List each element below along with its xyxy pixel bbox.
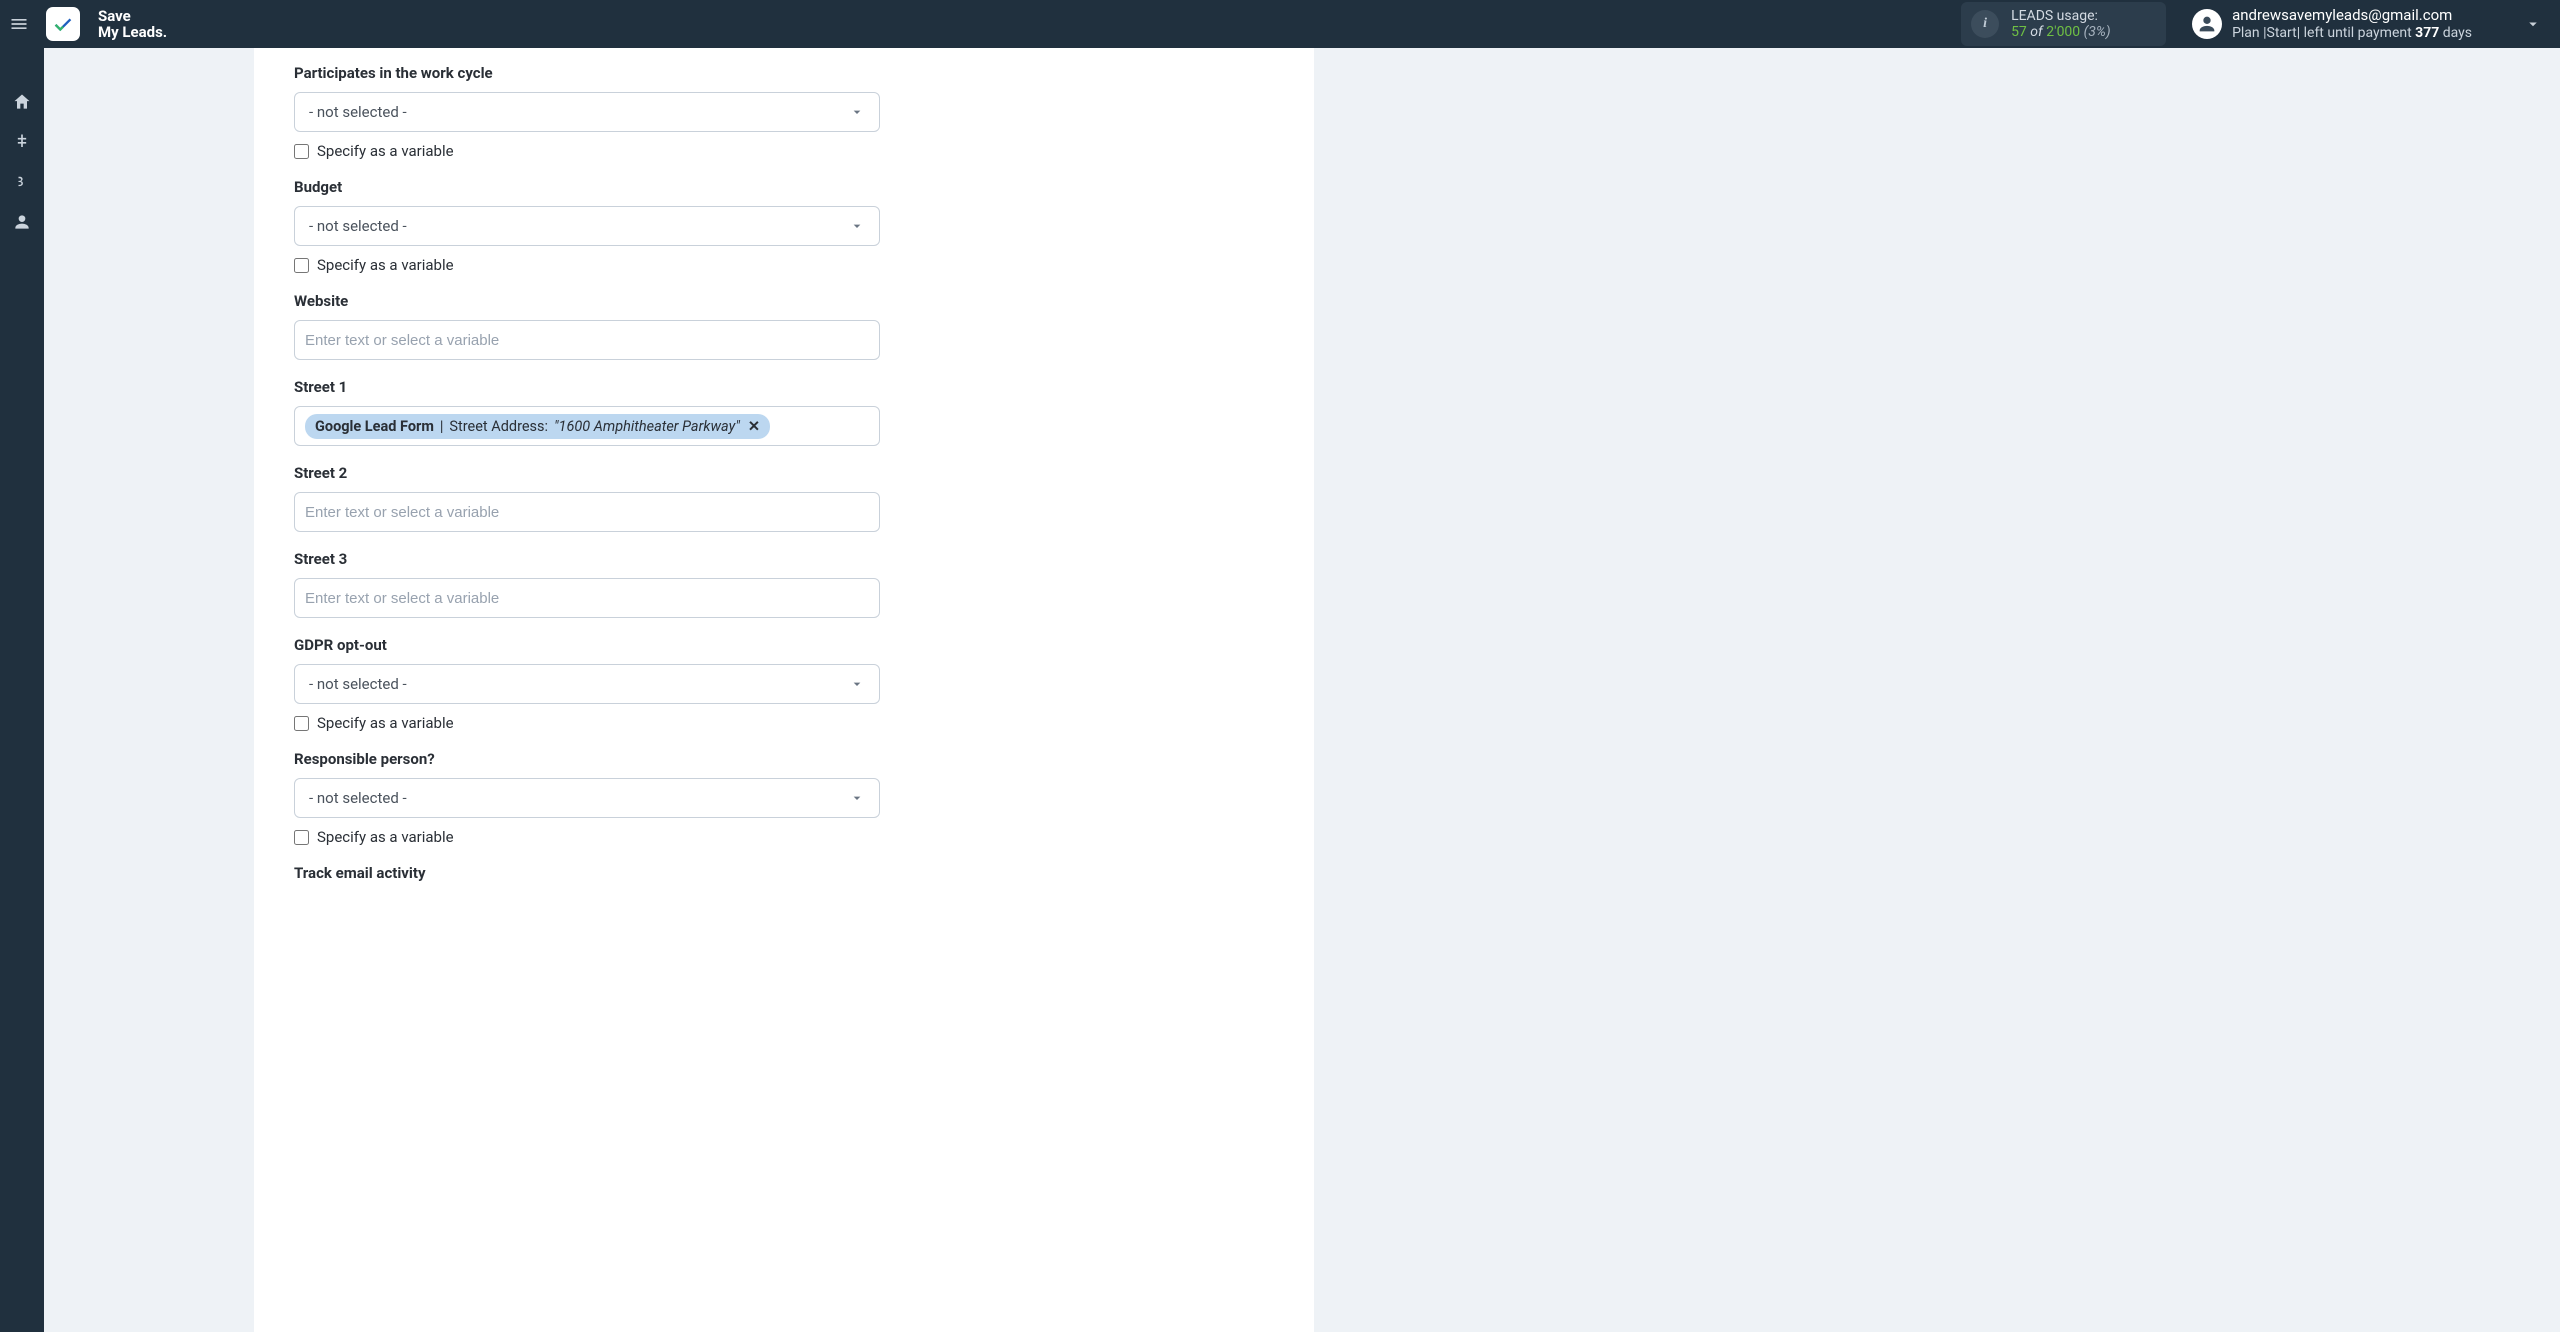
checkbox[interactable] <box>294 716 309 731</box>
website-input-container[interactable] <box>294 320 880 360</box>
content-stage: Participates in the work cycle - not sel… <box>44 48 2560 1332</box>
field-street1: Street 1 Google Lead Form | Street Addre… <box>294 378 880 446</box>
field-label: GDPR opt-out <box>294 636 880 654</box>
checkbox[interactable] <box>294 830 309 845</box>
checkbox[interactable] <box>294 258 309 273</box>
participates-select[interactable]: - not selected - <box>294 92 880 132</box>
field-track-email: Track email activity <box>294 864 880 882</box>
street1-input-container[interactable]: Google Lead Form | Street Address: "1600… <box>294 406 880 446</box>
responsible-select[interactable]: - not selected - <box>294 778 880 818</box>
field-website: Website <box>294 292 880 360</box>
nav-sidebar <box>0 48 44 1332</box>
field-budget: Budget - not selected - Specify as a var… <box>294 178 880 274</box>
app-header: Save My Leads. i LEADS usage: 57 of 2'00… <box>0 0 2560 48</box>
checkbox-label: Specify as a variable <box>317 828 454 846</box>
website-input[interactable] <box>305 328 869 353</box>
street2-input-container[interactable] <box>294 492 880 532</box>
pill-field: Street Address: <box>449 418 548 435</box>
field-label: Responsible person? <box>294 750 880 768</box>
select-value: - not selected - <box>309 103 407 121</box>
field-label: Website <box>294 292 880 310</box>
field-participates: Participates in the work cycle - not sel… <box>294 64 880 160</box>
select-value: - not selected - <box>309 217 407 235</box>
select-value: - not selected - <box>309 675 407 693</box>
account-menu[interactable]: andrewsavemyleads@gmail.com Plan |Start|… <box>2192 7 2472 40</box>
nav-account-icon[interactable] <box>8 208 36 236</box>
chevron-down-icon[interactable] <box>2524 15 2542 33</box>
checkbox-label: Specify as a variable <box>317 714 454 732</box>
form-panel: Participates in the work cycle - not sel… <box>254 48 1314 1332</box>
info-icon: i <box>1971 10 1999 38</box>
budget-specify-variable[interactable]: Specify as a variable <box>294 256 880 274</box>
brand-logo-icon <box>46 7 80 41</box>
hamburger-icon[interactable] <box>8 13 30 35</box>
account-lines: andrewsavemyleads@gmail.com Plan |Start|… <box>2232 7 2472 40</box>
field-label: Street 2 <box>294 464 880 482</box>
chevron-down-icon <box>849 790 865 806</box>
field-label: Street 1 <box>294 378 880 396</box>
field-street3: Street 3 <box>294 550 880 618</box>
select-value: - not selected - <box>309 789 407 807</box>
gdpr-specify-variable[interactable]: Specify as a variable <box>294 714 880 732</box>
participates-specify-variable[interactable]: Specify as a variable <box>294 142 880 160</box>
chevron-down-icon <box>849 218 865 234</box>
nav-billing-icon[interactable] <box>8 168 36 196</box>
brand-name: Save My Leads. <box>98 8 167 41</box>
checkbox-label: Specify as a variable <box>317 256 454 274</box>
field-label: Street 3 <box>294 550 880 568</box>
field-street2: Street 2 <box>294 464 880 532</box>
responsible-specify-variable[interactable]: Specify as a variable <box>294 828 880 846</box>
field-label: Track email activity <box>294 864 880 882</box>
checkbox-label: Specify as a variable <box>317 142 454 160</box>
leads-usage-text: LEADS usage: 57 of 2'000 (3%) <box>2011 8 2111 40</box>
street3-input-container[interactable] <box>294 578 880 618</box>
pill-source: Google Lead Form <box>315 418 434 435</box>
field-label: Budget <box>294 178 880 196</box>
chevron-down-icon <box>849 104 865 120</box>
gdpr-select[interactable]: - not selected - <box>294 664 880 704</box>
nav-integrations-icon[interactable] <box>8 128 36 156</box>
field-gdpr: GDPR opt-out - not selected - Specify as… <box>294 636 880 732</box>
nav-home-icon[interactable] <box>8 88 36 116</box>
street3-input[interactable] <box>305 586 869 611</box>
variable-pill: Google Lead Form | Street Address: "1600… <box>305 414 770 439</box>
budget-select[interactable]: - not selected - <box>294 206 880 246</box>
field-label: Participates in the work cycle <box>294 64 880 82</box>
checkbox[interactable] <box>294 144 309 159</box>
chevron-down-icon <box>849 676 865 692</box>
avatar-icon <box>2192 9 2222 39</box>
leads-usage-widget[interactable]: i LEADS usage: 57 of 2'000 (3%) <box>1961 2 2166 46</box>
close-icon[interactable]: ✕ <box>746 418 760 435</box>
field-responsible: Responsible person? - not selected - Spe… <box>294 750 880 846</box>
street2-input[interactable] <box>305 500 869 525</box>
pill-value: "1600 Amphitheater Parkway" <box>554 418 740 435</box>
